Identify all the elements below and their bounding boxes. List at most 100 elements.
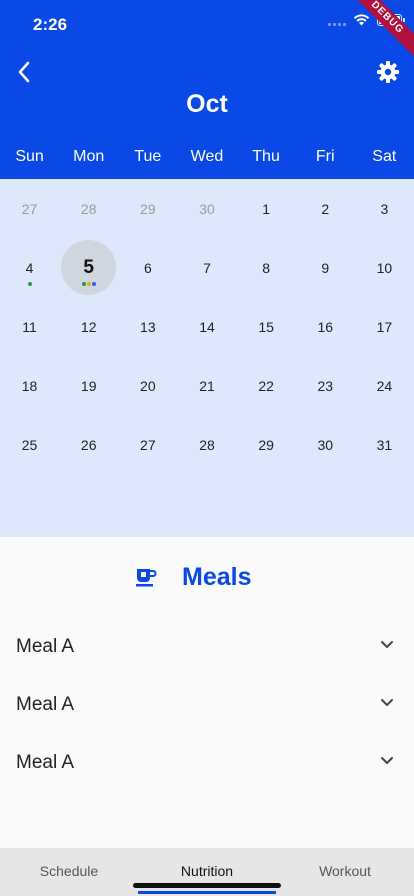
meals-heading: Meals [0, 561, 414, 597]
chevron-down-icon[interactable] [380, 698, 394, 708]
event-dot [81, 282, 86, 286]
calendar-day[interactable]: 9 [296, 238, 355, 297]
day-number: 30 [317, 436, 334, 453]
calendar-day[interactable]: 29 [118, 179, 177, 238]
calendar-day[interactable]: 30 [178, 179, 237, 238]
calendar-day[interactable]: 11 [0, 297, 59, 356]
bottom-navigation: Schedule Nutrition Workout [0, 848, 414, 896]
weekday-label: Sat [372, 148, 397, 165]
calendar-grid: 27 28 29 30 1 2 3 4 5 6 7 8 9 10 11 12 13 14 15 16 17 18 19 20 2… [0, 179, 414, 537]
day-number: 28 [199, 436, 215, 453]
nav-tab-schedule[interactable]: Schedule [0, 848, 138, 896]
event-dot [27, 282, 32, 286]
day-number: 23 [317, 377, 334, 394]
calendar-day[interactable]: 7 [178, 238, 237, 297]
wifi-icon [353, 14, 370, 26]
weekday-header: Sun Mon Tue Wed Thu Fri Sat [0, 148, 414, 166]
calendar-day[interactable]: 19 [59, 356, 118, 415]
day-number: 17 [376, 318, 393, 335]
day-number: 25 [21, 436, 38, 453]
calendar-day[interactable]: 8 [237, 238, 296, 297]
calendar-day[interactable]: 29 [237, 415, 296, 474]
calendar-day-selected[interactable]: 5 [59, 238, 118, 297]
meals-title: Meals [182, 563, 252, 591]
event-dots [59, 282, 118, 286]
calendar-day[interactable]: 16 [296, 297, 355, 356]
app-header: 2:26 DEBUG Oct Sun Mon Tue Wed Thu Fri S… [0, 0, 414, 179]
calendar-day[interactable]: 6 [118, 238, 177, 297]
nav-tab-label: Workout [319, 863, 371, 879]
day-number: 8 [262, 259, 271, 276]
back-button[interactable] [10, 58, 38, 86]
chevron-down-icon[interactable] [380, 756, 394, 766]
day-number: 13 [140, 318, 156, 335]
weekday-label: Wed [190, 148, 224, 165]
calendar-day[interactable]: 28 [178, 415, 237, 474]
settings-button[interactable] [374, 58, 402, 86]
day-number: 12 [80, 318, 97, 335]
signal-icon [328, 14, 346, 26]
day-number: 5 [83, 256, 94, 278]
nav-tab-workout[interactable]: Workout [276, 848, 414, 896]
day-number: 27 [140, 436, 156, 453]
day-number: 29 [258, 436, 274, 453]
day-number: 15 [258, 318, 274, 335]
calendar-day[interactable]: 27 [118, 415, 177, 474]
calendar-day[interactable]: 17 [355, 297, 414, 356]
calendar-day[interactable]: 27 [0, 179, 59, 238]
day-number: 4 [25, 259, 34, 276]
calendar-day[interactable]: 3 [355, 179, 414, 238]
day-number: 27 [21, 200, 38, 217]
weekday-label: Fri [315, 148, 335, 165]
weekday-label: Mon [73, 148, 105, 165]
calendar-day[interactable]: 20 [118, 356, 177, 415]
day-number: 16 [317, 318, 334, 335]
calendar-day[interactable]: 26 [59, 415, 118, 474]
day-number: 19 [80, 377, 97, 394]
calendar-day[interactable]: 15 [237, 297, 296, 356]
day-number: 11 [22, 318, 37, 335]
nav-tab-label: Schedule [39, 863, 99, 879]
day-number: 7 [203, 259, 211, 276]
calendar-day[interactable]: 30 [296, 415, 355, 474]
day-number: 21 [199, 377, 215, 394]
day-number: 22 [258, 377, 274, 394]
meal-row[interactable]: Meal A [0, 734, 414, 792]
calendar-day[interactable]: 21 [178, 356, 237, 415]
calendar-day[interactable]: 23 [296, 356, 355, 415]
calendar-day[interactable]: 2 [296, 179, 355, 238]
calendar-day[interactable]: 28 [59, 179, 118, 238]
day-number: 20 [140, 377, 156, 394]
meal-row[interactable]: Meal A [0, 618, 414, 676]
weekday-label: Tue [134, 148, 162, 165]
active-tab-indicator [138, 891, 276, 894]
calendar-day[interactable]: 22 [237, 356, 296, 415]
meal-label: Meal A [16, 752, 75, 773]
day-number: 18 [21, 377, 38, 394]
calendar-day[interactable]: 1 [237, 179, 296, 238]
month-title: Oct [186, 90, 228, 118]
calendar-day[interactable]: 4 [0, 238, 59, 297]
meal-label: Meal A [16, 636, 75, 657]
chevron-down-icon[interactable] [380, 640, 394, 650]
calendar-day[interactable]: 12 [59, 297, 118, 356]
nav-tab-label: Nutrition [180, 863, 234, 879]
calendar-day[interactable]: 10 [355, 238, 414, 297]
calendar-day[interactable]: 25 [0, 415, 59, 474]
calendar-day[interactable]: 13 [118, 297, 177, 356]
home-indicator [133, 883, 281, 888]
event-dots [0, 282, 59, 286]
day-number: 2 [321, 200, 330, 217]
nav-tab-nutrition[interactable]: Nutrition [138, 848, 276, 896]
calendar-day[interactable]: 24 [355, 356, 414, 415]
day-number: 9 [321, 259, 330, 276]
day-number: 24 [376, 377, 393, 394]
meal-row[interactable]: Meal A [0, 676, 414, 734]
calendar-day[interactable]: 18 [0, 356, 59, 415]
calendar-day[interactable]: 14 [178, 297, 237, 356]
day-number: 31 [376, 436, 393, 453]
day-number: 3 [380, 200, 389, 217]
calendar-day[interactable]: 31 [355, 415, 414, 474]
day-number: 1 [262, 200, 271, 217]
chevron-left-icon [18, 61, 30, 83]
